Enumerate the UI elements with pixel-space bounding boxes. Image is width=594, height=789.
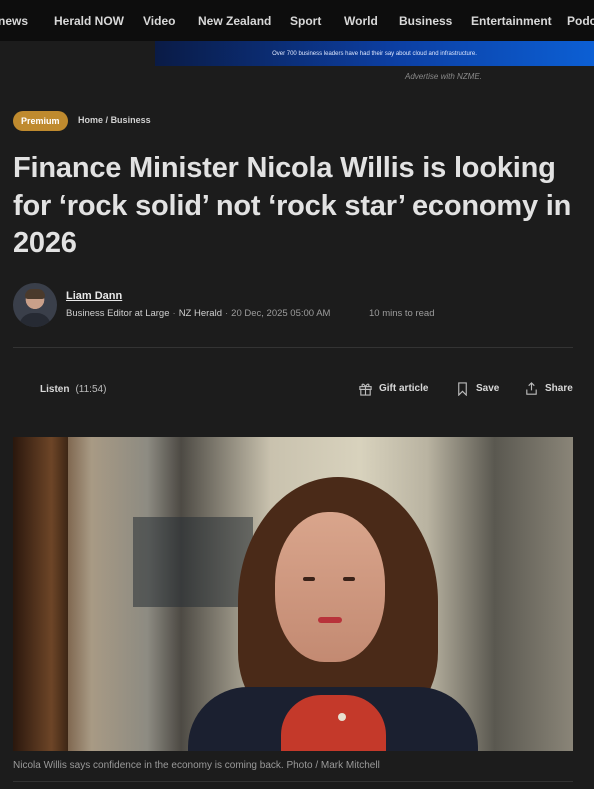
breadcrumb-home[interactable]: Home — [78, 115, 103, 125]
save-button[interactable]: Save — [455, 381, 499, 396]
divider — [13, 347, 573, 348]
image-caption: Nicola Willis says confidence in the eco… — [13, 760, 380, 771]
gift-article-button[interactable]: Gift article — [358, 381, 428, 396]
article-headline: Finance Minister Nicola Willis is lookin… — [13, 152, 572, 259]
author-name[interactable]: Liam Dann — [66, 290, 122, 302]
listen-duration: (11:54) — [75, 384, 107, 395]
advertise-note[interactable]: Advertise with NZME. — [405, 72, 482, 81]
author-avatar[interactable] — [13, 283, 57, 327]
nav-item-herald-now[interactable]: Herald NOW — [54, 14, 124, 28]
bookmark-icon — [458, 382, 467, 396]
divider — [13, 781, 573, 782]
share-label: Share — [545, 383, 573, 394]
nav-item-sport[interactable]: Sport — [290, 14, 321, 28]
breadcrumb-separator: / — [105, 115, 109, 125]
nav-item-entertainment[interactable]: Entertainment — [471, 14, 552, 28]
breadcrumb: Home / Business — [78, 115, 151, 125]
share-button[interactable]: Share — [524, 381, 573, 396]
publish-date: 20 Dec, 2025 05:00 AM — [231, 308, 331, 319]
premium-badge: Premium — [13, 111, 68, 131]
author-meta: Business Editor at Large · NZ Herald · 20 De… — [66, 308, 331, 319]
share-icon — [526, 382, 537, 395]
gift-label: Gift article — [379, 383, 429, 394]
ad-banner-text: Over 700 business leaders have had their… — [272, 50, 477, 57]
nav-item-news[interactable]: news — [0, 14, 28, 28]
top-nav: news Herald NOW Video New Zealand Sport … — [0, 0, 594, 41]
nav-item-video[interactable]: Video — [143, 14, 175, 28]
author-outlet: NZ Herald — [178, 308, 222, 319]
nav-item-podcasts[interactable]: Podc — [567, 14, 594, 28]
hero-image — [13, 437, 573, 751]
save-label: Save — [476, 383, 500, 394]
listen-button[interactable]: Listen (11:54) — [40, 384, 106, 395]
breadcrumb-business[interactable]: Business — [111, 115, 151, 125]
nav-item-world[interactable]: World — [344, 14, 378, 28]
nav-item-new-zealand[interactable]: New Zealand — [198, 14, 271, 28]
listen-label: Listen — [40, 384, 70, 395]
nav-item-business[interactable]: Business — [399, 14, 452, 28]
read-time: 10 mins to read — [369, 308, 435, 319]
author-role: Business Editor at Large — [66, 308, 170, 319]
gift-icon — [359, 383, 372, 396]
ad-banner[interactable]: Over 700 business leaders have had their… — [155, 41, 594, 66]
